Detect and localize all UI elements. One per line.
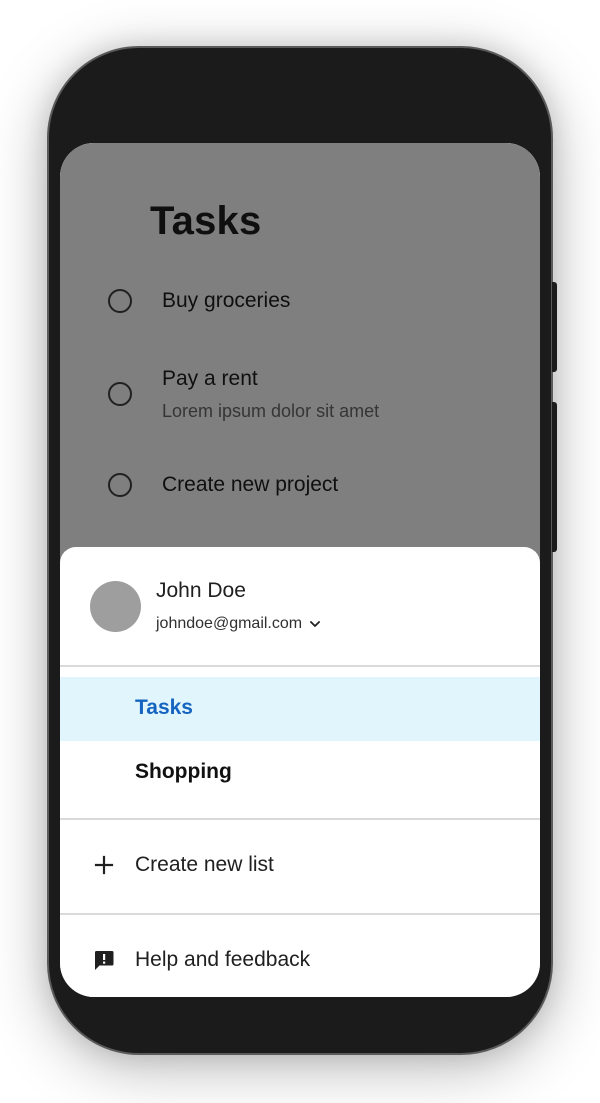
divider [60, 913, 540, 915]
create-new-list-button[interactable]: Create new list [60, 833, 540, 897]
account-switcher[interactable]: johndoe@gmail.com [156, 615, 322, 633]
phone-volume-button [552, 402, 557, 552]
help-and-feedback-label: Help and feedback [135, 948, 311, 971]
phone-power-button [552, 282, 557, 372]
list-item-shopping[interactable]: Shopping [60, 741, 540, 805]
list-item-tasks[interactable]: Tasks [60, 677, 540, 741]
list-item-label: Shopping [135, 760, 232, 783]
divider [60, 665, 540, 667]
navigation-bottom-sheet: John Doe johndoe@gmail.com Tasks Shoppin… [60, 547, 540, 997]
help-and-feedback-button[interactable]: Help and feedback [60, 928, 540, 992]
phone-screen: Tasks Buy groceries Pay a rent Lorem ips… [60, 143, 540, 997]
create-new-list-label: Create new list [135, 853, 274, 876]
account-name: John Doe [156, 579, 246, 602]
plus-icon [94, 855, 114, 875]
account-email: johndoe@gmail.com [156, 615, 303, 632]
list-item-label: Tasks [135, 696, 193, 719]
feedback-icon [95, 951, 114, 970]
chevron-down-icon [310, 621, 321, 627]
avatar[interactable] [90, 581, 141, 632]
divider [60, 818, 540, 820]
